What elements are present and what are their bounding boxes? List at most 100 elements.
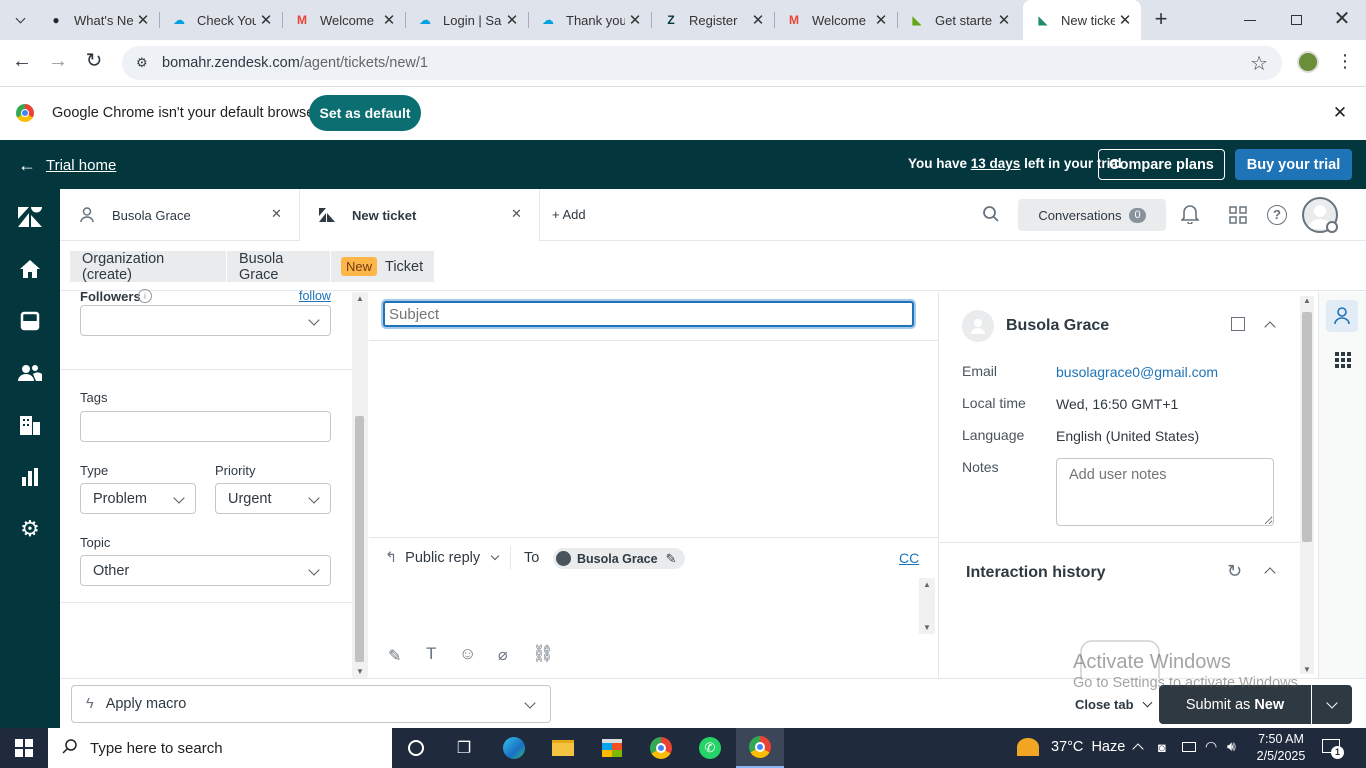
task-view-icon[interactable]: ❐ <box>440 728 488 768</box>
attachment-icon[interactable]: ⌀ <box>498 645 508 665</box>
right-scrollbar[interactable]: ▲ ▼ <box>1300 296 1314 674</box>
collapse-icon[interactable] <box>1264 567 1276 579</box>
close-tab-icon[interactable]: ✕ <box>511 206 522 222</box>
close-banner-button[interactable]: ✕ <box>1330 103 1350 123</box>
meet-now-icon[interactable]: ◙ <box>1158 740 1166 755</box>
close-tab-dropdown[interactable]: Close tab <box>1075 697 1152 712</box>
emoji-icon[interactable]: ☺ <box>459 644 476 664</box>
admin-gear-icon[interactable]: ⚙ <box>18 516 42 541</box>
scrollbar-thumb[interactable] <box>1302 312 1312 542</box>
cortana-icon[interactable] <box>392 728 440 768</box>
browser-tab[interactable]: ☁ Thank you ✕ <box>528 0 651 40</box>
close-tab-icon[interactable]: ✕ <box>271 206 282 222</box>
new-tab-button[interactable]: + <box>1150 8 1172 32</box>
breadcrumb-user[interactable]: Busola Grace <box>226 251 330 283</box>
views-icon[interactable] <box>18 309 42 333</box>
weather-widget[interactable]: 37°C Haze <box>1017 738 1125 756</box>
profile-avatar[interactable] <box>1297 51 1319 73</box>
browser-tab[interactable]: M Welcome ✕ <box>282 0 405 40</box>
whatsapp-icon[interactable]: ✆ <box>686 728 734 768</box>
trial-home-link[interactable]: ← Trial home <box>18 155 116 176</box>
taskbar-search-box[interactable]: Type here to search <box>48 728 392 768</box>
store-icon[interactable] <box>588 728 636 768</box>
conversations-button[interactable]: Conversations 0 <box>1018 199 1166 231</box>
compose-icon[interactable]: ✎ <box>388 646 401 666</box>
email-link[interactable]: busolagrace0@gmail.com <box>1056 364 1218 380</box>
omnibox[interactable]: ⚙ bomahr.zendesk.com/agent/tickets/new/1… <box>122 46 1282 80</box>
reply-body[interactable] <box>383 580 919 634</box>
browser-menu-icon[interactable]: ⋮ <box>1336 52 1354 72</box>
browser-tab[interactable]: ☁ Login | Sa ✕ <box>405 0 528 40</box>
close-tab-icon[interactable]: ✕ <box>871 11 891 29</box>
user-notes-textarea[interactable] <box>1056 458 1274 526</box>
close-tab-icon[interactable]: ✕ <box>994 11 1014 29</box>
tab-new-ticket[interactable]: New ticket ✕ <box>300 189 540 242</box>
add-tab-button[interactable]: + Add <box>552 207 586 222</box>
submit-options-button[interactable] <box>1312 685 1352 724</box>
file-explorer-icon[interactable] <box>539 728 587 768</box>
reply-mode-dropdown[interactable]: ↰ Public reply <box>385 550 500 566</box>
left-scrollbar[interactable]: ▲ ▼ <box>352 292 368 678</box>
edge-icon[interactable] <box>490 728 538 768</box>
recipient-chip[interactable]: Busola Grace ✎ <box>553 548 685 569</box>
browser-tab[interactable]: ☁ Check You ✕ <box>159 0 282 40</box>
close-tab-icon[interactable]: ✕ <box>379 11 399 29</box>
priority-select[interactable]: Urgent <box>215 483 331 514</box>
reload-button[interactable]: ↻ <box>82 50 106 74</box>
volume-icon[interactable]: 🔊︎ <box>1227 738 1236 755</box>
cc-link[interactable]: CC <box>899 550 919 566</box>
close-tab-icon[interactable]: ✕ <box>133 11 153 29</box>
reply-scrollbar[interactable]: ▲ ▼ <box>919 578 935 634</box>
browser-tab[interactable]: M Welcome ✕ <box>774 0 897 40</box>
tab-search-button[interactable] <box>8 8 32 32</box>
followers-field[interactable] <box>80 305 331 336</box>
clock[interactable]: 7:50 AM 2/5/2025 <box>1256 731 1306 765</box>
text-format-icon[interactable]: T <box>426 644 436 664</box>
customers-icon[interactable] <box>18 361 42 385</box>
breadcrumb-ticket[interactable]: New Ticket <box>330 251 434 282</box>
restore-button[interactable] <box>1284 10 1308 30</box>
browser-tab[interactable]: ◣ New ticke ✕ <box>1023 0 1141 40</box>
browser-tab[interactable]: ● What's Ne ✕ <box>36 0 159 40</box>
forward-button[interactable]: → <box>46 50 70 74</box>
reporting-icon[interactable] <box>18 465 42 489</box>
close-tab-icon[interactable]: ✕ <box>1115 11 1135 29</box>
organizations-icon[interactable] <box>18 413 42 437</box>
back-button[interactable]: ← <box>10 50 34 74</box>
subject-input[interactable] <box>383 301 914 327</box>
close-tab-icon[interactable]: ✕ <box>502 11 522 29</box>
chrome-icon[interactable] <box>637 728 685 768</box>
follow-link[interactable]: follow <box>299 289 331 303</box>
scrollbar-thumb[interactable] <box>355 416 364 662</box>
breadcrumb-organization[interactable]: Organization (create) <box>70 251 226 283</box>
start-button[interactable] <box>0 728 48 768</box>
set-default-button[interactable]: Set as default <box>309 95 421 131</box>
home-icon[interactable] <box>18 257 42 281</box>
open-external-icon[interactable] <box>1231 317 1245 331</box>
pencil-icon[interactable]: ✎ <box>666 551 677 567</box>
bookmark-star-icon[interactable]: ☆ <box>1250 51 1268 76</box>
apps-grid-icon[interactable] <box>1335 352 1351 371</box>
close-tab-icon[interactable]: ✕ <box>625 11 645 29</box>
search-icon[interactable] <box>982 205 1000 226</box>
battery-icon[interactable] <box>1182 742 1196 752</box>
buy-trial-button[interactable]: Buy your trial <box>1235 149 1352 180</box>
close-tab-icon[interactable]: ✕ <box>256 11 276 29</box>
type-select[interactable]: Problem <box>80 483 196 514</box>
apps-grid-icon[interactable] <box>1229 206 1247 227</box>
show-hidden-icons[interactable] <box>1132 743 1144 755</box>
refresh-icon[interactable]: ↻ <box>1227 561 1242 582</box>
collapse-icon[interactable] <box>1264 321 1276 333</box>
apply-macro-select[interactable]: ϟ Apply macro <box>71 685 551 723</box>
browser-tab[interactable]: Z Register ✕ <box>651 0 774 40</box>
tab-user-busola[interactable]: Busola Grace ✕ <box>60 189 300 241</box>
chrome-active-icon[interactable] <box>736 728 784 768</box>
bell-icon[interactable] <box>1180 204 1200 227</box>
topic-select[interactable]: Other <box>80 555 331 586</box>
browser-tab[interactable]: ◣ Get starte ✕ <box>897 0 1020 40</box>
minimize-button[interactable] <box>1238 10 1262 30</box>
zendesk-logo-icon[interactable] <box>18 205 42 229</box>
help-icon[interactable]: ? <box>1267 205 1287 225</box>
site-info-icon[interactable]: ⚙ <box>136 55 152 71</box>
wifi-icon[interactable]: ◠ <box>1205 738 1217 755</box>
